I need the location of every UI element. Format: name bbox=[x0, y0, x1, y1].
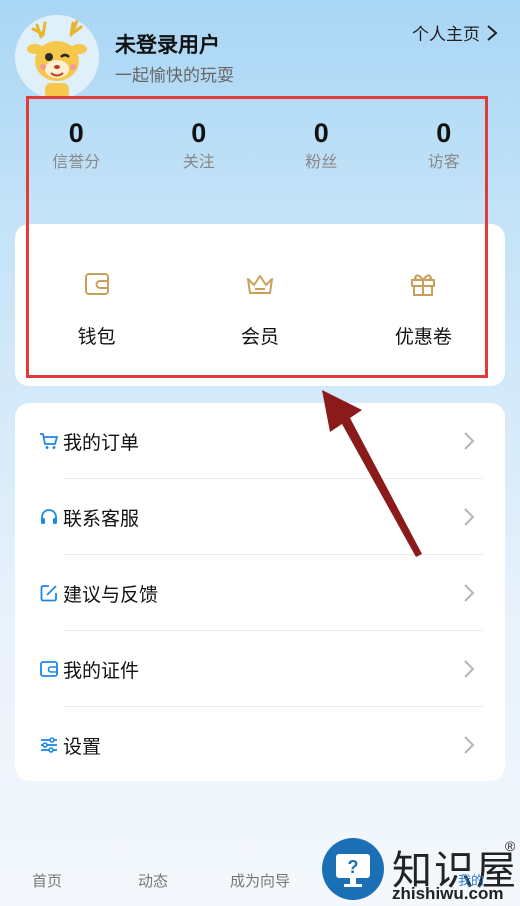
headset-icon bbox=[39, 507, 59, 527]
wallet-button[interactable]: 钱包 bbox=[15, 224, 178, 386]
homepage-link-label: 个人主页 bbox=[412, 25, 480, 44]
svg-text:?: ? bbox=[348, 857, 359, 877]
chevron-right-icon bbox=[464, 660, 475, 678]
sliders-icon bbox=[39, 735, 59, 755]
chevron-right-icon bbox=[487, 24, 498, 41]
user-name: 未登录用户 bbox=[115, 34, 220, 57]
stat-following[interactable]: 0 关注 bbox=[138, 116, 261, 186]
tab-mine[interactable]: 我的 bbox=[458, 870, 484, 889]
homepage-link[interactable]: 个人主页 bbox=[412, 20, 498, 45]
stat-visitors[interactable]: 0 访客 bbox=[383, 116, 506, 186]
menu-item-orders[interactable]: 我的订单 bbox=[15, 403, 505, 479]
menu-item-documents[interactable]: 我的证件 bbox=[15, 631, 505, 707]
quick-actions-card: 钱包 会员 优惠卷 bbox=[15, 224, 505, 386]
id-card-icon bbox=[39, 659, 59, 679]
membership-label: 会员 bbox=[240, 327, 279, 348]
menu-item-label: 设置 bbox=[63, 736, 102, 758]
coupon-button[interactable]: 优惠卷 bbox=[342, 224, 505, 386]
menu-item-settings[interactable]: 设置 bbox=[15, 707, 505, 783]
edit-icon bbox=[39, 583, 59, 603]
stat-value: 0 bbox=[436, 118, 452, 148]
stat-label: 粉丝 bbox=[305, 154, 338, 171]
wallet-label: 钱包 bbox=[77, 327, 116, 348]
stat-followers[interactable]: 0 粉丝 bbox=[260, 116, 383, 186]
watermark-domain: zhishiwu.com bbox=[392, 884, 504, 903]
menu-item-label: 我的证件 bbox=[63, 660, 140, 682]
menu-item-support[interactable]: 联系客服 bbox=[15, 479, 505, 555]
membership-button[interactable]: 会员 bbox=[178, 224, 341, 386]
stat-credit[interactable]: 0 信誉分 bbox=[15, 116, 138, 186]
gift-icon bbox=[411, 274, 436, 296]
stat-value: 0 bbox=[191, 118, 207, 148]
watermark: ? 知识屋 ® zhishiwu.com 我的 bbox=[320, 838, 520, 906]
avatar[interactable] bbox=[15, 15, 99, 99]
chevron-right-icon bbox=[464, 508, 475, 526]
tab-feed[interactable]: 动态 bbox=[138, 870, 168, 891]
crown-icon bbox=[246, 275, 273, 294]
stat-value: 0 bbox=[68, 118, 84, 148]
deer-mascot-icon bbox=[15, 15, 99, 99]
menu-item-label: 建议与反馈 bbox=[63, 584, 159, 606]
user-subtitle: 一起愉快的玩耍 bbox=[115, 66, 234, 85]
stat-label: 信誉分 bbox=[52, 154, 101, 171]
stat-label: 关注 bbox=[182, 154, 215, 171]
stat-value: 0 bbox=[313, 118, 329, 148]
menu-item-label: 我的订单 bbox=[63, 432, 140, 454]
chevron-right-icon bbox=[464, 432, 475, 450]
wallet-icon bbox=[84, 273, 109, 295]
menu-card: 我的订单 联系客服 建议与反馈 我的证件 设置 bbox=[15, 403, 505, 781]
chevron-right-icon bbox=[464, 736, 475, 754]
registered-mark: ® bbox=[505, 838, 516, 854]
stat-label: 访客 bbox=[427, 154, 460, 171]
menu-item-label: 联系客服 bbox=[63, 508, 140, 530]
menu-item-feedback[interactable]: 建议与反馈 bbox=[15, 555, 505, 631]
stats-row: 0 信誉分 0 关注 0 粉丝 0 访客 bbox=[15, 116, 505, 186]
chevron-right-icon bbox=[464, 584, 475, 602]
tab-guide[interactable]: 成为向导 bbox=[230, 870, 290, 891]
tab-home[interactable]: 首页 bbox=[32, 870, 62, 891]
coupon-label: 优惠卷 bbox=[394, 327, 452, 348]
cart-icon bbox=[39, 431, 59, 451]
monitor-question-icon: ? bbox=[322, 838, 384, 900]
